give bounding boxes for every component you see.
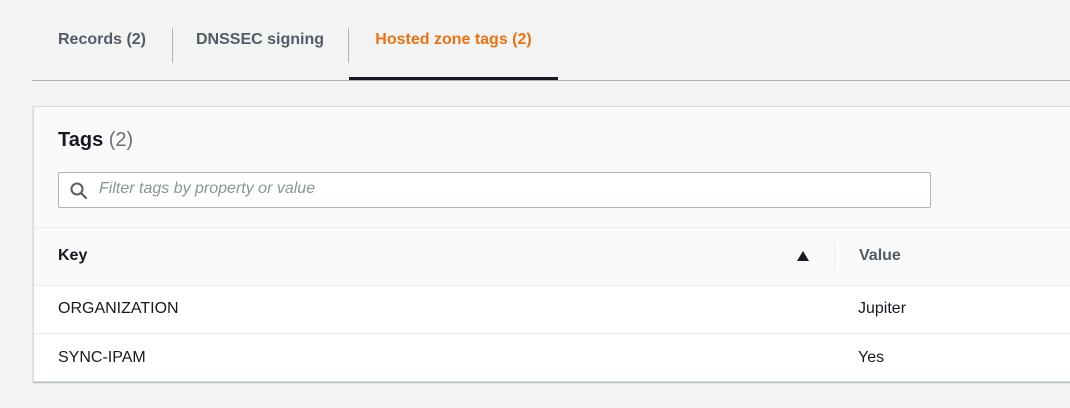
- table-row: SYNC-IPAM Yes: [34, 334, 1070, 382]
- tag-key-cell: SYNC-IPAM: [58, 349, 146, 366]
- active-tab-indicator: [349, 77, 558, 80]
- column-divider: [834, 242, 835, 270]
- column-header-key[interactable]: Key: [58, 247, 87, 265]
- panel-title-count: (2): [108, 129, 134, 151]
- panel-header: Tags (2): [34, 107, 1070, 228]
- table-header: Key Value: [34, 228, 1070, 286]
- panel-title: Tags (2): [58, 129, 133, 152]
- tab-dnssec-signing[interactable]: DNSSEC signing: [172, 0, 348, 79]
- tags-panel: Tags (2) Key Value ORGANIZATION Jupiter …: [33, 106, 1070, 382]
- tab-bar: Records (2) DNSSEC signing Hosted zone t…: [32, 0, 1070, 81]
- tag-key-cell: ORGANIZATION: [58, 300, 179, 317]
- column-header-value[interactable]: Value: [859, 247, 901, 265]
- tag-value-cell: Jupiter: [858, 300, 907, 317]
- panel-title-text: Tags: [58, 129, 104, 151]
- caret-up-icon[interactable]: [797, 251, 809, 261]
- tab-records[interactable]: Records (2): [32, 0, 172, 79]
- filter-input[interactable]: [99, 173, 919, 205]
- filter-box[interactable]: [58, 172, 931, 208]
- search-icon: [70, 182, 87, 199]
- tab-hosted-zone-tags[interactable]: Hosted zone tags (2): [349, 0, 558, 79]
- tag-value-cell: Yes: [858, 349, 885, 366]
- table-row: ORGANIZATION Jupiter: [34, 285, 1070, 334]
